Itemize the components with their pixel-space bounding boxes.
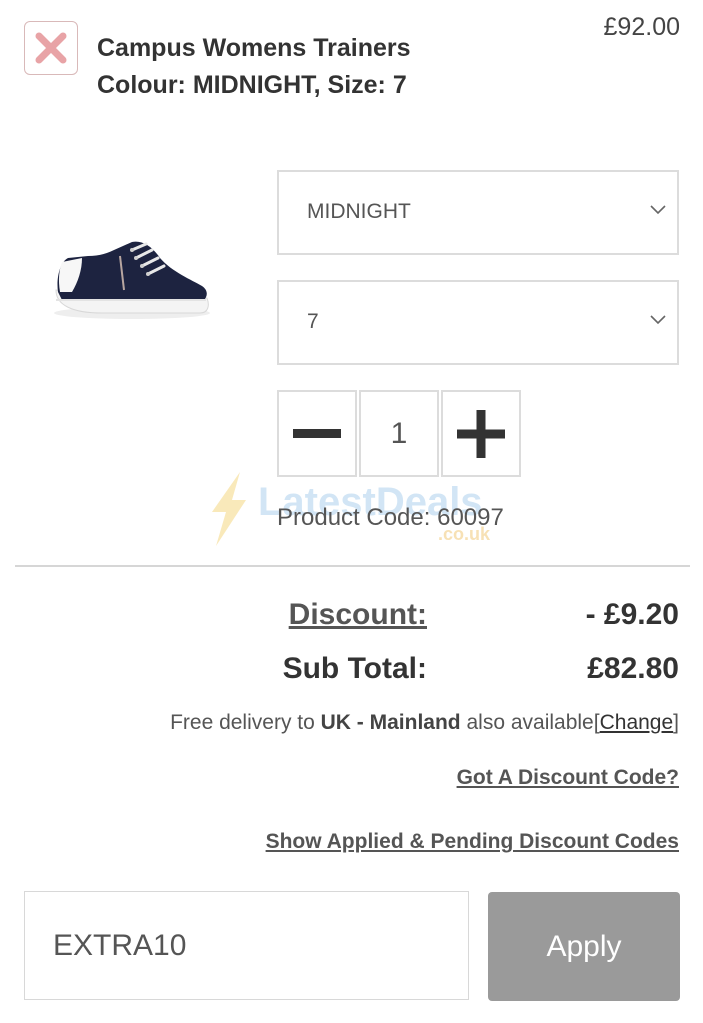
quantity-decrement-button[interactable] <box>277 390 357 477</box>
size-select[interactable]: 7 <box>277 280 679 365</box>
subtotal-value: £82.80 <box>587 652 679 685</box>
product-code: Product Code: 60097 <box>277 504 504 531</box>
got-discount-code-link[interactable]: Got A Discount Code? <box>457 766 679 790</box>
delivery-info: Free delivery to UK - Mainland also avai… <box>170 711 679 735</box>
chevron-down-icon <box>650 315 666 325</box>
discount-code-input[interactable] <box>24 891 469 1000</box>
product-title[interactable]: Campus Womens Trainers <box>97 34 411 63</box>
minus-icon <box>293 428 341 438</box>
product-variant: Colour: MIDNIGHT, Size: 7 <box>97 71 407 99</box>
subtotal-label: Sub Total: <box>282 652 427 685</box>
delivery-suffix: also available <box>466 711 594 734</box>
quantity-input[interactable]: 1 <box>359 390 439 477</box>
discount-label-link[interactable]: Discount: <box>289 598 427 632</box>
sneaker-image[interactable] <box>32 210 232 340</box>
colour-select[interactable]: MIDNIGHT <box>277 170 679 255</box>
delivery-prefix: Free delivery to <box>170 711 315 734</box>
remove-item-button[interactable] <box>24 21 78 75</box>
quantity-value: 1 <box>390 416 408 450</box>
quantity-stepper: 1 <box>277 390 521 477</box>
size-select-value: 7 <box>307 310 319 333</box>
plus-icon <box>457 409 505 458</box>
delivery-region: UK - Mainland <box>320 711 461 734</box>
apply-button[interactable]: Apply <box>488 892 680 1001</box>
quantity-increment-button[interactable] <box>441 390 521 477</box>
colour-select-value: MIDNIGHT <box>307 200 411 223</box>
product-price: £92.00 <box>603 13 680 41</box>
chevron-down-icon <box>650 205 666 215</box>
divider <box>15 565 690 567</box>
close-icon <box>35 32 67 64</box>
bracket-close: ] <box>673 711 679 734</box>
change-delivery-link[interactable]: Change <box>600 711 674 734</box>
show-applied-codes-link[interactable]: Show Applied & Pending Discount Codes <box>266 830 679 854</box>
discount-value: - £9.20 <box>585 598 679 631</box>
